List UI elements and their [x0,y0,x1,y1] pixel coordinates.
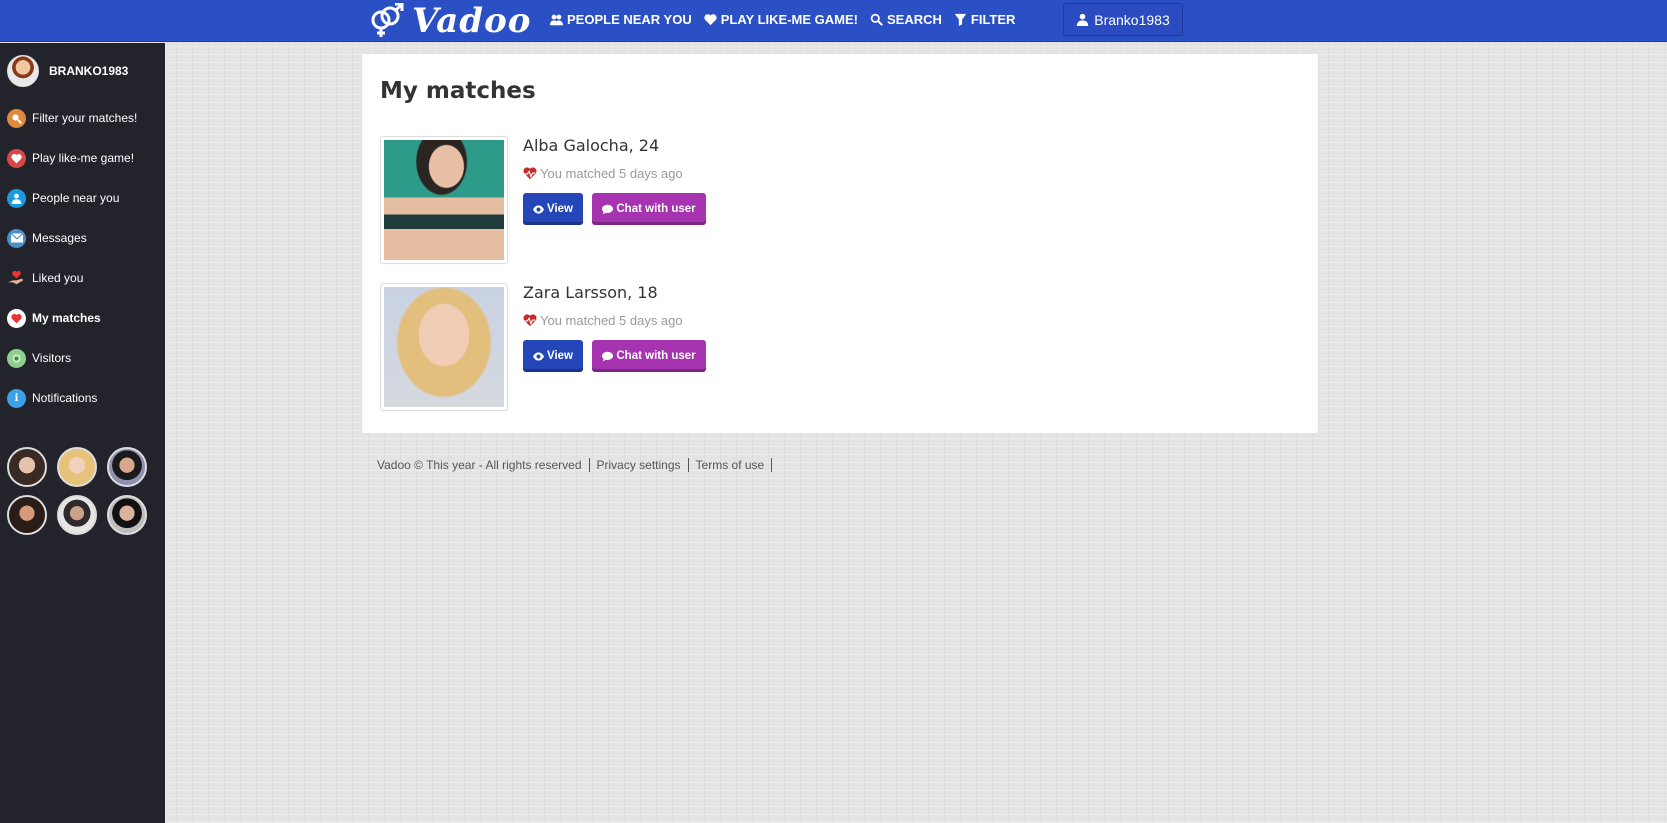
hand-heart-icon [7,269,26,288]
user-thumbnail[interactable] [57,447,97,487]
footer-link-terms[interactable]: Terms of use [696,458,765,472]
sidebar-item-my-matches[interactable]: My matches [0,298,165,338]
sidebar-item-label: Play like-me game! [32,151,135,165]
nav-label: FILTER [970,11,1016,27]
heartbeat-icon [523,314,537,327]
heart-icon [7,308,26,328]
eye-icon [533,351,544,361]
match-photo[interactable] [380,283,508,411]
sidebar-item-visitors[interactable]: Visitors [0,338,165,378]
sidebar-profile[interactable]: BRANKO1983 [7,55,128,87]
sidebar-username: BRANKO1983 [49,64,129,78]
match-time: You matched 5 days ago [523,313,683,328]
user-thumbnail[interactable] [107,495,147,535]
sidebar-item-label: Filter your matches! [32,111,138,125]
match-time-text: You matched 5 days ago [540,166,683,181]
top-navbar: Vadoo PEOPLE NEAR YOU PLAY LIKE-ME GAME!… [0,0,1667,42]
site-logo[interactable]: Vadoo [368,1,532,41]
user-icon [1077,13,1089,26]
match-time: You matched 5 days ago [523,166,683,181]
sidebar-item-people[interactable]: People near you [0,178,165,218]
user-menu-label: Branko1983 [1094,11,1170,28]
eye-icon [533,204,544,214]
sidebar-item-filter[interactable]: Filter your matches! [0,98,165,138]
nav-label: PEOPLE NEAR YOU [567,11,692,27]
sidebar-item-label: People near you [32,191,120,205]
view-label: View [547,350,573,362]
footer-divider [771,458,773,472]
nav-filter[interactable]: FILTER [954,11,1016,27]
match-item: Zara Larsson, 18 You matched 5 days ago … [380,283,1300,411]
nav-play-like-me[interactable]: PLAY LIKE-ME GAME! [704,12,858,27]
user-thumbnail[interactable] [57,495,97,535]
user-thumbnail[interactable] [7,447,47,487]
chat-button[interactable]: Chat with user [592,193,706,225]
nav-label: PLAY LIKE-ME GAME! [720,11,858,27]
sidebar-item-liked-you[interactable]: Liked you [0,258,165,298]
chat-bubble-icon [602,351,614,361]
info-icon: i [7,388,26,408]
search-icon [870,13,883,26]
user-thumbnail[interactable] [7,495,47,535]
user-thumbnail[interactable] [107,447,147,487]
view-label: View [547,203,573,215]
sidebar-item-notifications[interactable]: i Notifications [0,378,165,418]
match-name[interactable]: Alba Galocha, 24 [523,136,659,155]
chat-label: Chat with user [616,203,696,215]
logo-text: Vadoo [412,1,532,41]
chat-bubble-icon [602,204,614,214]
nav-label: SEARCH [886,11,942,27]
user-menu-button[interactable]: Branko1983 [1063,3,1183,36]
match-name[interactable]: Zara Larsson, 18 [523,283,658,302]
heart-icon [7,148,26,168]
footer-copyright: Vadoo © This year - All rights reserved [377,458,582,472]
sidebar-item-label: Messages [32,231,87,245]
footer-divider [588,458,590,472]
sidebar-user-thumbnails [7,447,157,535]
view-button[interactable]: View [523,340,583,372]
matches-card: My matches Alba Galocha, 24 You matched … [361,53,1319,434]
sidebar-item-label: Notifications [32,391,98,405]
person-icon [7,188,26,208]
nav-search[interactable]: SEARCH [870,12,942,27]
heart-icon [704,13,717,25]
match-item: Alba Galocha, 24 You matched 5 days ago … [380,136,1300,264]
sidebar-item-label: Visitors [32,351,72,365]
page-title: My matches [380,78,536,104]
envelope-icon [7,228,26,248]
sidebar-item-messages[interactable]: Messages [0,218,165,258]
eye-icon [7,348,26,368]
main-nav: PEOPLE NEAR YOU PLAY LIKE-ME GAME! SEARC… [550,0,1027,38]
sidebar: BRANKO1983 Filter your matches! Play lik… [0,43,165,823]
gender-symbol-icon [371,3,404,37]
heartbeat-icon [523,167,537,180]
nav-people-near-you[interactable]: PEOPLE NEAR YOU [550,12,692,27]
chat-label: Chat with user [616,350,696,362]
magnifier-icon [7,108,26,128]
sidebar-item-label: Liked you [32,271,84,285]
view-button[interactable]: View [523,193,583,225]
filter-icon [954,13,967,26]
match-time-text: You matched 5 days ago [540,313,683,328]
match-photo[interactable] [380,136,508,264]
avatar [7,55,39,87]
chat-button[interactable]: Chat with user [592,340,706,372]
footer: Vadoo © This year - All rights reserved … [377,458,779,472]
sidebar-item-label: My matches [32,311,101,325]
users-icon [550,14,563,25]
footer-link-privacy[interactable]: Privacy settings [597,458,681,472]
sidebar-menu: Filter your matches! Play like-me game! … [0,98,165,418]
sidebar-item-play[interactable]: Play like-me game! [0,138,165,178]
footer-divider [687,458,689,472]
